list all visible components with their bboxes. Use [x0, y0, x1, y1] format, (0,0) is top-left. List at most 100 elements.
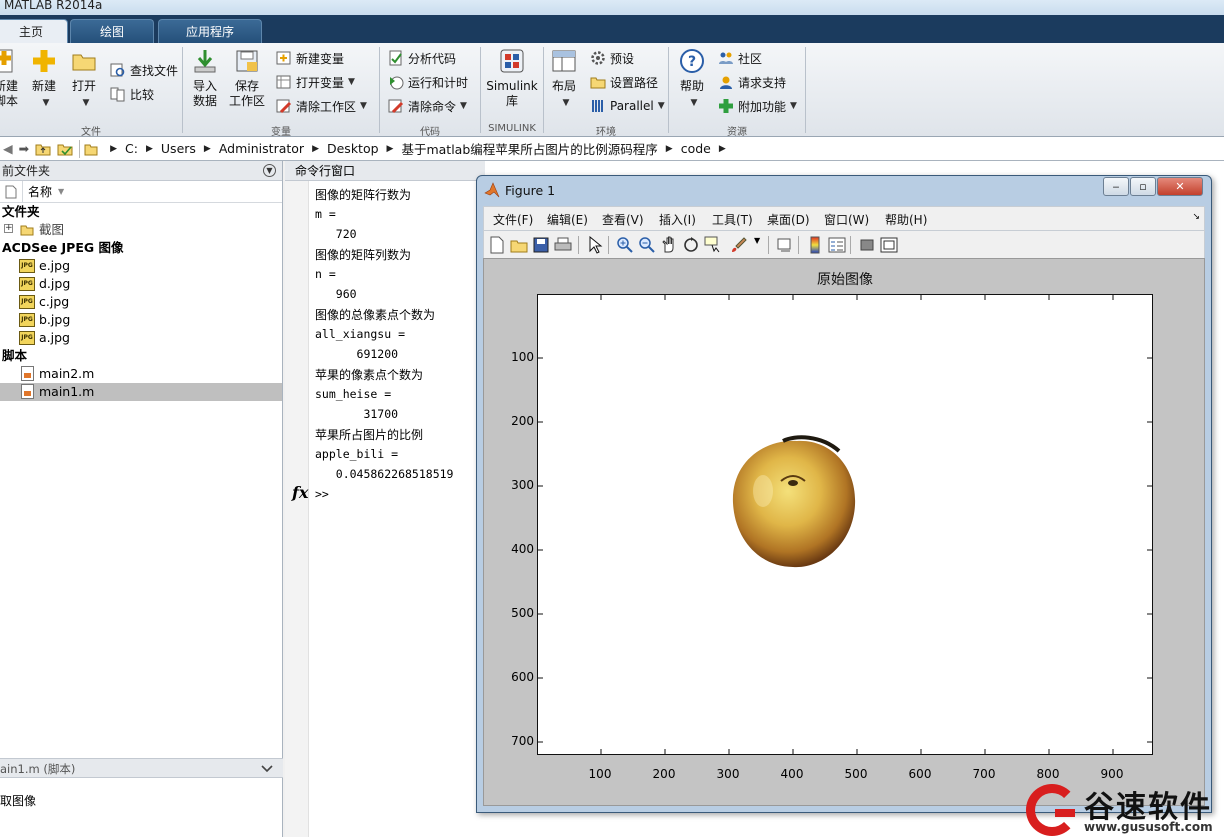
sort-arrow-icon: ▼	[58, 187, 65, 196]
data-cursor-icon[interactable]	[704, 236, 722, 254]
jpeg-file-icon: JPG	[19, 331, 35, 345]
layout-button[interactable]: 布局 ▼	[548, 47, 580, 108]
analyze-code-button[interactable]: 分析代码	[388, 47, 456, 69]
open-icon[interactable]	[510, 236, 528, 254]
list-item-jpg[interactable]: JPG d.jpg	[0, 275, 282, 293]
breadcrumb-segment[interactable]: Administrator	[219, 141, 304, 156]
parallel-button[interactable]: Parallel ▼	[590, 95, 665, 117]
browse-folder-icon[interactable]	[57, 142, 73, 156]
name-column-header[interactable]: 名称 ▼	[0, 181, 282, 203]
link-icon[interactable]	[776, 236, 794, 254]
menu-edit[interactable]: 编辑(E)	[547, 211, 588, 228]
menu-help[interactable]: 帮助(H)	[885, 211, 927, 228]
zoom-in-icon[interactable]	[616, 236, 634, 254]
maximize-button[interactable]: ▫	[1130, 177, 1156, 196]
new-button[interactable]: 新建 ▼	[28, 47, 60, 108]
breadcrumb-segment[interactable]: C:	[125, 141, 138, 156]
command-prompt[interactable]: >>	[315, 487, 329, 501]
open-button[interactable]: 打开 ▼	[68, 47, 100, 108]
tab-apps[interactable]: 应用程序	[158, 19, 262, 43]
app-title: MATLAB R2014a	[4, 0, 103, 12]
menu-insert[interactable]: 插入(I)	[659, 211, 696, 228]
save-icon[interactable]	[532, 236, 550, 254]
list-item-script-selected[interactable]: main1.m	[0, 383, 282, 401]
image-axes[interactable]	[537, 294, 1153, 755]
hide-plot-tools-icon[interactable]	[858, 236, 876, 254]
list-item-jpg[interactable]: JPG a.jpg	[0, 329, 282, 347]
compare-button[interactable]: 比较	[110, 83, 154, 105]
breadcrumb-segment[interactable]: Desktop	[327, 141, 379, 156]
clear-workspace-button[interactable]: 清除工作区 ▼	[276, 95, 367, 117]
y-tick-label: 400	[511, 542, 534, 556]
colorbar-icon[interactable]	[806, 236, 824, 254]
command-output-line: 图像的矩阵列数为	[315, 248, 412, 262]
command-output-line: 960	[315, 287, 357, 301]
simulink-library-icon	[500, 49, 524, 73]
zoom-out-icon[interactable]	[638, 236, 656, 254]
open-variable-button[interactable]: 打开变量 ▼	[276, 71, 355, 93]
list-item-jpg[interactable]: JPG c.jpg	[0, 293, 282, 311]
pointer-icon[interactable]	[586, 236, 604, 254]
up-folder-icon[interactable]	[35, 142, 51, 156]
pan-icon[interactable]	[660, 236, 678, 254]
close-button[interactable]: ✕	[1157, 177, 1203, 196]
add-ons-button[interactable]: 附加功能 ▼	[718, 95, 797, 117]
print-icon[interactable]	[554, 236, 572, 254]
forward-arrow-icon[interactable]: ➡	[19, 141, 29, 156]
community-button[interactable]: 社区	[718, 47, 762, 69]
command-output-line: 苹果的像素点个数为	[315, 368, 424, 382]
toolbar-separator	[578, 236, 579, 254]
command-output-line: 0.045862268518519	[315, 467, 454, 481]
breadcrumb-separator-icon: ▶	[386, 143, 394, 154]
breadcrumb-segment[interactable]: code	[681, 141, 711, 156]
tab-plots[interactable]: 绘图	[70, 19, 154, 43]
breadcrumb-segment[interactable]: 基于matlab编程苹果所占图片的比例源码程序	[401, 139, 657, 158]
list-item-jpg[interactable]: JPG b.jpg	[0, 311, 282, 329]
find-files-button[interactable]: 查找文件	[110, 59, 178, 81]
brush-icon[interactable]	[730, 236, 748, 254]
menu-desktop[interactable]: 桌面(D)	[767, 211, 810, 228]
new-figure-icon[interactable]	[488, 236, 506, 254]
menu-window[interactable]: 窗口(W)	[824, 211, 869, 228]
panel-actions-icon[interactable]: ▼	[263, 164, 276, 177]
function-browser-icon[interactable]: fx	[292, 483, 308, 502]
menu-tools[interactable]: 工具(T)	[712, 211, 753, 228]
category-header: 脚本	[0, 347, 282, 365]
figure-canvas[interactable]: 原始图像 100 200 300 400 500 600 700 800 900…	[483, 258, 1205, 806]
clear-commands-icon	[388, 99, 404, 114]
file-type-icon	[5, 185, 17, 199]
simulink-library-button[interactable]: Simulink 库	[486, 47, 538, 109]
file-details-header[interactable]: ain1.m (脚本)	[0, 758, 283, 778]
breadcrumb-separator-icon: ▶	[665, 143, 673, 154]
request-support-button[interactable]: 请求支持	[718, 71, 786, 93]
minimize-button[interactable]: ‒	[1103, 177, 1129, 196]
menu-file[interactable]: 文件(F)	[493, 211, 533, 228]
list-item-jpg[interactable]: JPG e.jpg	[0, 257, 282, 275]
set-path-button[interactable]: 设置路径	[590, 71, 658, 93]
simulink-group-label: SIMULINK	[488, 123, 536, 134]
svg-text:?: ?	[688, 54, 696, 70]
legend-icon[interactable]	[828, 236, 846, 254]
show-plot-tools-icon[interactable]	[880, 236, 898, 254]
preferences-button[interactable]: 预设	[590, 47, 634, 69]
new-script-button[interactable]: 新建 脚本	[0, 47, 18, 109]
list-item-script[interactable]: main2.m	[0, 365, 282, 383]
import-data-button[interactable]: 导入 数据	[190, 47, 220, 109]
tab-home[interactable]: 主页	[0, 19, 68, 43]
new-variable-button[interactable]: 新建变量	[276, 47, 344, 69]
chevron-down-icon[interactable]: ▼	[754, 236, 760, 245]
list-item-folder[interactable]: + 截图	[0, 221, 282, 239]
breadcrumb-segment[interactable]: Users	[161, 141, 196, 156]
support-icon	[720, 76, 732, 89]
run-and-time-button[interactable]: 运行和计时	[388, 71, 468, 93]
back-arrow-icon[interactable]: ◀	[3, 141, 13, 156]
menu-view[interactable]: 查看(V)	[602, 211, 644, 228]
chevron-down-icon[interactable]	[261, 765, 273, 773]
y-tick-label: 700	[511, 734, 534, 748]
save-workspace-button[interactable]: 保存 工作区	[228, 47, 266, 109]
rotate-icon[interactable]	[682, 236, 700, 254]
menu-dock-arrow-icon[interactable]: ↘	[1192, 212, 1200, 222]
help-button[interactable]: ? 帮助 ▼	[676, 47, 708, 108]
expand-icon[interactable]: +	[4, 224, 13, 233]
clear-commands-button[interactable]: 清除命令 ▼	[388, 95, 467, 117]
